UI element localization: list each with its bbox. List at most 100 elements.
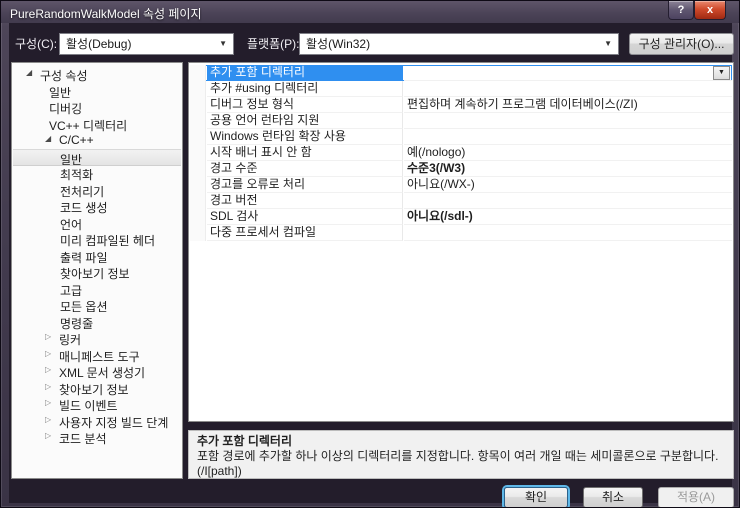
tree-item[interactable]: 미리 컴파일된 헤더: [13, 231, 181, 248]
tree-item[interactable]: 일반: [13, 148, 181, 167]
tree-item[interactable]: 일반: [13, 83, 181, 100]
property-name[interactable]: Windows 런타임 확장 사용: [207, 129, 403, 145]
property-row[interactable]: 경고를 오류로 처리 아니요(/WX-): [190, 177, 732, 193]
tree-item[interactable]: 명령줄: [13, 314, 181, 331]
property-row[interactable]: SDL 검사 아니요(/sdl-): [190, 209, 732, 225]
apply-button[interactable]: 적용(A): [658, 487, 734, 507]
row-gutter: [190, 161, 206, 177]
expanded-arrow-icon[interactable]: ◢: [26, 68, 32, 77]
tree-item[interactable]: 디버깅: [13, 99, 181, 116]
property-value[interactable]: 수준3(/W3): [404, 161, 732, 177]
property-name[interactable]: 추가 포함 디렉터리: [207, 65, 403, 81]
property-name[interactable]: 추가 #using 디렉터리: [207, 81, 403, 97]
configuration-dropdown[interactable]: 활성(Debug) ▼: [59, 33, 234, 55]
tree-item[interactable]: ▷ XML 문서 생성기: [13, 363, 181, 380]
collapsed-arrow-icon[interactable]: ▷: [45, 431, 51, 440]
ok-button[interactable]: 확인: [504, 487, 568, 507]
property-name[interactable]: 시작 배너 표시 안 함: [207, 145, 403, 161]
configuration-manager-button[interactable]: 구성 관리자(O)...: [629, 33, 734, 55]
tree-item[interactable]: ▷ 찾아보기 정보: [13, 380, 181, 397]
help-icon[interactable]: ?: [668, 1, 694, 20]
tree-item-label: 코드 분석: [59, 432, 107, 446]
tree-item[interactable]: 출력 파일: [13, 248, 181, 265]
tree-item[interactable]: ▷ 링커: [13, 330, 181, 347]
description-title: 추가 포함 디렉터리: [197, 434, 292, 448]
property-row[interactable]: 시작 배너 표시 안 함 예(/nologo): [190, 145, 732, 161]
property-value[interactable]: [404, 193, 732, 209]
tree-item-label: VC++ 디렉터리: [49, 118, 128, 133]
property-row[interactable]: 디버그 정보 형식 편집하며 계속하기 프로그램 데이터베이스(/ZI): [190, 97, 732, 113]
tree-item[interactable]: 최적화: [13, 165, 181, 182]
row-gutter: [190, 193, 206, 209]
collapsed-arrow-icon[interactable]: ▷: [45, 415, 51, 424]
platform-label: 플랫폼(P):: [247, 37, 300, 51]
property-name[interactable]: 경고를 오류로 처리: [207, 177, 403, 193]
tree-item-label: 미리 컴파일된 헤더: [60, 234, 155, 248]
tree-item-label: 디버깅: [49, 102, 83, 116]
close-icon[interactable]: x: [694, 1, 726, 20]
property-name[interactable]: SDL 검사: [207, 209, 403, 225]
configuration-value: 활성(Debug): [66, 37, 132, 51]
property-name[interactable]: 다중 프로세서 컴파일: [207, 225, 403, 241]
tree-item[interactable]: 언어: [13, 215, 181, 232]
property-row[interactable]: 추가 포함 디렉터리 ▼: [190, 65, 732, 81]
tree-item[interactable]: ◢ 구성 속성: [13, 66, 181, 83]
tree-item-label: 명령줄: [60, 316, 94, 331]
tree-item-label: 링커: [59, 333, 82, 347]
property-value[interactable]: [404, 113, 732, 129]
row-gutter: [190, 145, 206, 161]
property-value[interactable]: [404, 65, 732, 81]
property-name[interactable]: 디버그 정보 형식: [207, 97, 403, 113]
property-row[interactable]: 공용 언어 런타임 지원: [190, 113, 732, 129]
collapsed-arrow-icon[interactable]: ▷: [45, 349, 51, 358]
property-value[interactable]: 아니요(/sdl-): [404, 209, 732, 225]
platform-dropdown[interactable]: 활성(Win32) ▼: [299, 33, 619, 55]
tree-item[interactable]: ▷ 사용자 지정 빌드 단계: [13, 413, 181, 430]
tree-item[interactable]: 고급: [13, 281, 181, 298]
property-value[interactable]: [404, 225, 732, 241]
tree-item[interactable]: 전처리기: [13, 182, 181, 199]
property-value[interactable]: 아니요(/WX-): [404, 177, 732, 193]
row-gutter: [190, 177, 206, 193]
cancel-button[interactable]: 취소: [583, 487, 643, 507]
tree-item[interactable]: ▷ 코드 분석: [13, 429, 181, 446]
row-gutter: [190, 113, 206, 129]
property-value[interactable]: 예(/nologo): [404, 145, 732, 161]
row-gutter: [190, 97, 206, 113]
description-body: 포함 경로에 추가할 하나 이상의 디렉터리를 지정합니다. 항목이 여러 개일…: [197, 449, 719, 463]
titlebar[interactable]: PureRandomWalkModel 속성 페이지: [1, 1, 739, 23]
chevron-down-icon: ▼: [604, 39, 612, 48]
tree-item[interactable]: 모든 옵션: [13, 297, 181, 314]
property-value[interactable]: [404, 81, 732, 97]
collapsed-arrow-icon[interactable]: ▷: [45, 332, 51, 341]
property-row[interactable]: 다중 프로세서 컴파일: [190, 225, 732, 241]
property-row[interactable]: 경고 수준 수준3(/W3): [190, 161, 732, 177]
configuration-label: 구성(C):: [15, 37, 58, 51]
property-value[interactable]: 편집하며 계속하기 프로그램 데이터베이스(/ZI): [404, 97, 732, 113]
tree-item[interactable]: ▷ 빌드 이벤트: [13, 396, 181, 413]
expanded-arrow-icon[interactable]: ◢: [45, 134, 51, 143]
tree-item[interactable]: 코드 생성: [13, 198, 181, 215]
tree-item-label: 모든 옵션: [60, 300, 108, 314]
property-row[interactable]: Windows 런타임 확장 사용: [190, 129, 732, 145]
tree-item[interactable]: ▷ 매니페스트 도구: [13, 347, 181, 364]
description-body2: (/I[path]): [197, 464, 242, 478]
collapsed-arrow-icon[interactable]: ▷: [45, 365, 51, 374]
property-name[interactable]: 공용 언어 런타임 지원: [207, 113, 403, 129]
collapsed-arrow-icon[interactable]: ▷: [45, 382, 51, 391]
value-dropdown-icon[interactable]: ▼: [713, 66, 730, 80]
property-row[interactable]: 경고 버전: [190, 193, 732, 209]
property-pages-dialog: PureRandomWalkModel 속성 페이지 ? x 구성(C): 활성…: [0, 0, 740, 508]
property-name[interactable]: 경고 수준: [207, 161, 403, 177]
tree-item-label: 전처리기: [60, 184, 105, 199]
property-row[interactable]: 추가 #using 디렉터리: [190, 81, 732, 97]
category-tree: ◢ 구성 속성 일반 디버깅 VC++ 디렉터리 ◢ C/C++ 일반 최적화 전처리기 코드 생성…: [11, 62, 183, 479]
tree-item[interactable]: 찾아보기 정보: [13, 264, 181, 281]
property-value[interactable]: [404, 129, 732, 145]
tree-item-label: 빌드 이벤트: [59, 399, 118, 413]
property-name[interactable]: 경고 버전: [207, 193, 403, 209]
tree-item[interactable]: VC++ 디렉터리: [13, 116, 181, 133]
collapsed-arrow-icon[interactable]: ▷: [45, 398, 51, 407]
tree-item[interactable]: ◢ C/C++: [13, 132, 181, 149]
tree-item-label: C/C++: [59, 133, 94, 147]
